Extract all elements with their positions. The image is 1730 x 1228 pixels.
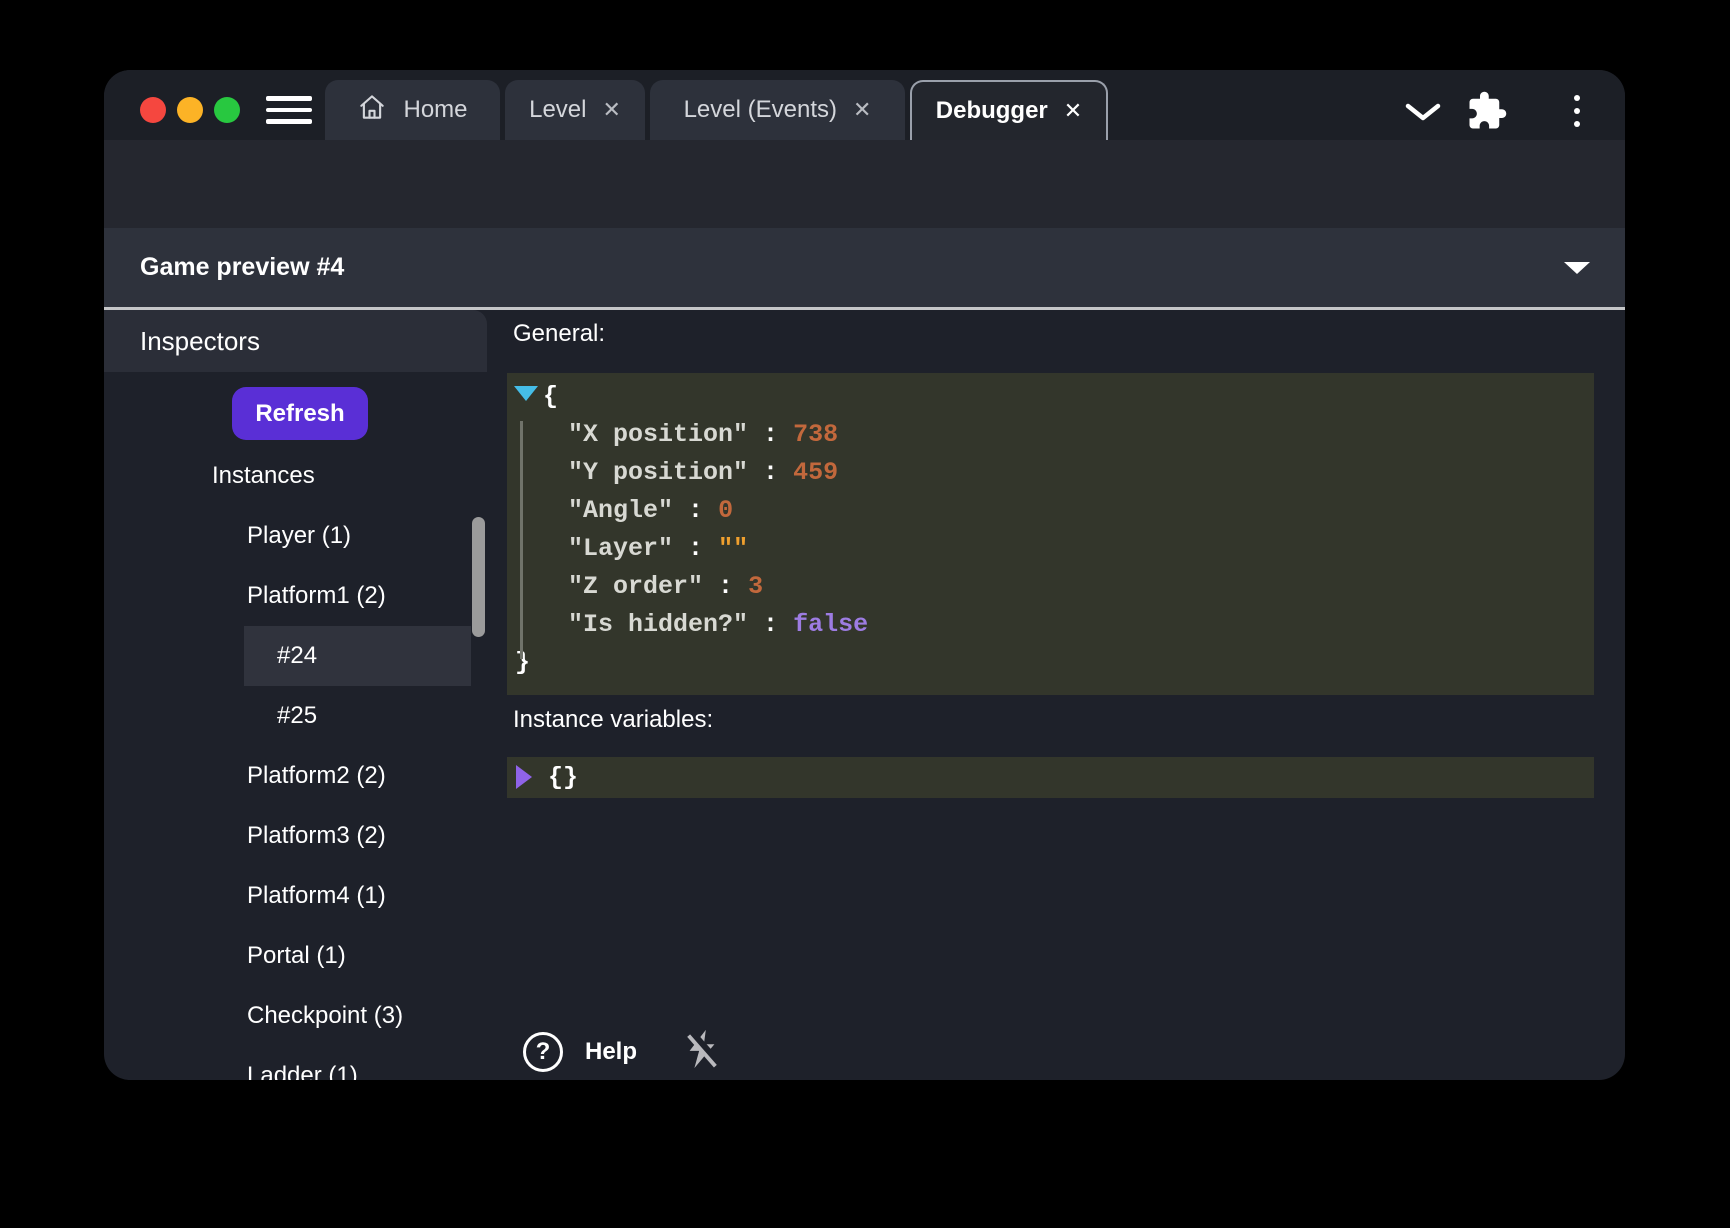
property-row-z-order: "Z order" : 3 xyxy=(507,568,1594,606)
close-tab-icon[interactable]: ✕ xyxy=(602,97,620,123)
hamburger-menu-icon[interactable] xyxy=(266,96,312,124)
home-icon xyxy=(357,92,387,129)
tab-strip: Home Level ✕ Level (Events) ✕ Debugger ✕ xyxy=(325,80,1108,140)
refresh-button[interactable]: Refresh xyxy=(232,387,368,440)
chevron-down-icon[interactable] xyxy=(1405,103,1441,121)
expand-collapsed-arrow-icon[interactable] xyxy=(516,765,532,789)
tab-label: Home xyxy=(403,96,467,124)
bottom-bar: ? Help xyxy=(523,1026,723,1077)
property-key: "Layer" xyxy=(568,534,673,563)
close-tab-icon[interactable]: ✕ xyxy=(853,97,871,123)
instances-tree: Instances Player (1) Platform1 (2) #24 #… xyxy=(104,446,487,1080)
property-key: "Angle" xyxy=(568,496,673,525)
tree-item-portal[interactable]: Portal (1) xyxy=(104,926,487,986)
property-value: "" xyxy=(718,534,748,563)
property-key: "Is hidden?" xyxy=(568,610,748,639)
property-value: 3 xyxy=(748,572,763,601)
tree-item-platform3[interactable]: Platform3 (2) xyxy=(104,806,487,866)
title-tab-bar: Home Level ✕ Level (Events) ✕ Debugger ✕ xyxy=(104,70,1625,140)
property-row-is-hidden: "Is hidden?" : false xyxy=(507,606,1594,644)
colon: : xyxy=(718,572,733,601)
question-glyph: ? xyxy=(536,1038,551,1066)
property-key: "X position" xyxy=(568,420,748,449)
help-question-icon[interactable]: ? xyxy=(523,1032,563,1072)
general-properties-panel: { "X position" : 738 "Y position" : 459 … xyxy=(507,373,1594,695)
maximize-window-button[interactable] xyxy=(214,97,240,123)
tree-item-platform1[interactable]: Platform1 (2) xyxy=(104,566,487,626)
kebab-menu-icon[interactable] xyxy=(1574,95,1580,127)
property-row-x-position: "X position" : 738 xyxy=(507,416,1594,454)
instance-variables-label: Instance variables: xyxy=(513,706,713,734)
property-value: 0 xyxy=(718,496,733,525)
help-button[interactable]: Help xyxy=(585,1038,637,1066)
tab-label: Debugger xyxy=(936,97,1048,125)
game-preview-header[interactable]: Game preview #4 xyxy=(104,228,1625,310)
tab-debugger[interactable]: Debugger ✕ xyxy=(910,80,1108,140)
minimize-window-button[interactable] xyxy=(177,97,203,123)
tab-label: Level (Events) xyxy=(684,96,837,124)
tab-level[interactable]: Level ✕ xyxy=(505,80,645,140)
colon: : xyxy=(763,458,778,487)
preview-dropdown-caret-icon[interactable] xyxy=(1564,262,1590,274)
colon: : xyxy=(763,610,778,639)
empty-object-braces: {} xyxy=(548,757,578,798)
tree-item-ladder[interactable]: Ladder (1) xyxy=(104,1046,487,1080)
tree-guide-line xyxy=(520,421,523,659)
close-tab-icon[interactable]: ✕ xyxy=(1064,98,1082,124)
property-row-y-position: "Y position" : 459 xyxy=(507,454,1594,492)
app-window: Home Level ✕ Level (Events) ✕ Debugger ✕ xyxy=(104,70,1625,1080)
traffic-lights xyxy=(140,97,240,123)
tree-item-platform4[interactable]: Platform4 (1) xyxy=(104,866,487,926)
tab-level-events[interactable]: Level (Events) ✕ xyxy=(650,80,905,140)
flash-off-icon[interactable] xyxy=(681,1026,723,1077)
instance-variables-panel: {} xyxy=(507,757,1594,798)
game-preview-title: Game preview #4 xyxy=(140,228,344,307)
collapse-expanded-arrow-icon[interactable] xyxy=(514,386,538,401)
tree-item-checkpoint[interactable]: Checkpoint (3) xyxy=(104,986,487,1046)
property-value: false xyxy=(793,610,868,639)
json-open-brace: { xyxy=(507,373,1594,416)
extensions-puzzle-icon[interactable] xyxy=(1466,90,1508,132)
property-value: 459 xyxy=(793,458,838,487)
tab-label: Level xyxy=(529,96,586,124)
property-row-layer: "Layer" : "" xyxy=(507,530,1594,568)
json-close-brace: } xyxy=(507,644,1594,682)
close-window-button[interactable] xyxy=(140,97,166,123)
tree-item-platform2[interactable]: Platform2 (2) xyxy=(104,746,487,806)
tree-item-instances[interactable]: Instances xyxy=(104,446,487,506)
inspectors-header: Inspectors xyxy=(104,310,487,372)
property-value: 738 xyxy=(793,420,838,449)
property-row-angle: "Angle" : 0 xyxy=(507,492,1594,530)
tree-item-instance-24-selected[interactable]: #24 xyxy=(244,626,471,686)
general-section-label: General: xyxy=(513,320,605,348)
tree-item-player[interactable]: Player (1) xyxy=(104,506,487,566)
debugger-toolbar: Pause xyxy=(104,140,1625,228)
sidebar-scrollbar-thumb[interactable] xyxy=(472,517,485,637)
colon: : xyxy=(688,534,703,563)
tree-item-instance-25[interactable]: #25 xyxy=(104,686,487,746)
property-key: "Z order" xyxy=(568,572,703,601)
property-key: "Y position" xyxy=(568,458,748,487)
colon: : xyxy=(688,496,703,525)
tab-home[interactable]: Home xyxy=(325,80,500,140)
colon: : xyxy=(763,420,778,449)
